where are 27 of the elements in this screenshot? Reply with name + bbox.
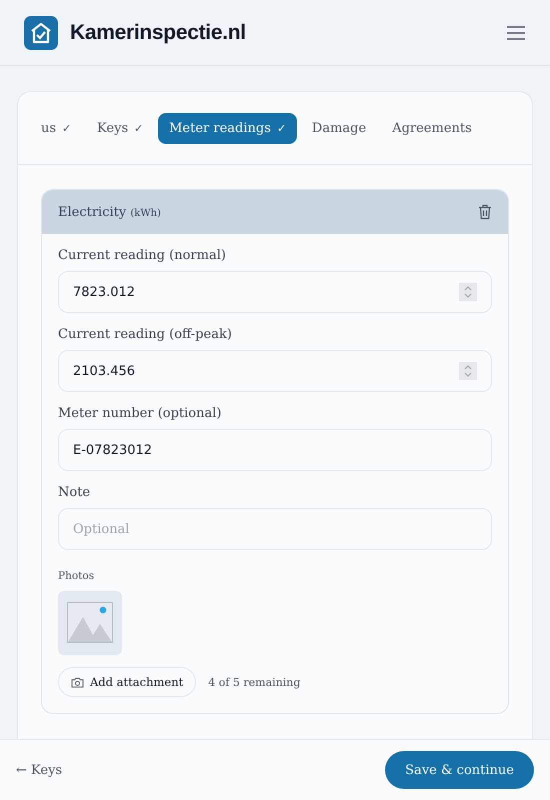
step-tab[interactable]: Meter readings ✓ (158, 112, 297, 144)
field-label: Meter number (optional) (58, 406, 222, 421)
field-label: Current reading (normal) (58, 248, 227, 263)
step-tab[interactable]: Keys ✓ (86, 112, 154, 144)
trash-icon[interactable] (478, 204, 492, 220)
step-tab[interactable]: Agreements (381, 112, 483, 144)
spinner-icon[interactable] (459, 362, 477, 380)
add-attachment-button[interactable]: Add attachment (58, 667, 196, 697)
field-label: Note (58, 485, 92, 500)
number-field[interactable]: 2103.456 (58, 350, 492, 392)
back-link[interactable]: ← Keys (16, 762, 62, 778)
menu-icon[interactable] (506, 26, 526, 40)
camera-icon (71, 676, 84, 688)
step-tab[interactable]: us ✓ (30, 112, 82, 144)
save-continue-button[interactable]: Save & continue (385, 751, 534, 789)
image-placeholder-icon[interactable] (67, 602, 113, 644)
number-field[interactable]: 7823.012 (58, 271, 492, 313)
spinner-icon[interactable] (459, 283, 477, 301)
step-tab[interactable]: Damage (300, 112, 378, 144)
remaining-count: 4 of 5 remaining (208, 676, 300, 688)
photos-label: Photos (58, 570, 96, 582)
input-field[interactable]: Optional (58, 508, 492, 550)
input-field[interactable]: E-07823012 (58, 429, 492, 471)
section-title: Electricity (kWh) (58, 204, 161, 220)
field-label: Current reading (off-peak) (58, 327, 233, 342)
house-check-logo-icon (24, 16, 58, 50)
site-title: Kamerinspectie.nl (70, 20, 246, 44)
